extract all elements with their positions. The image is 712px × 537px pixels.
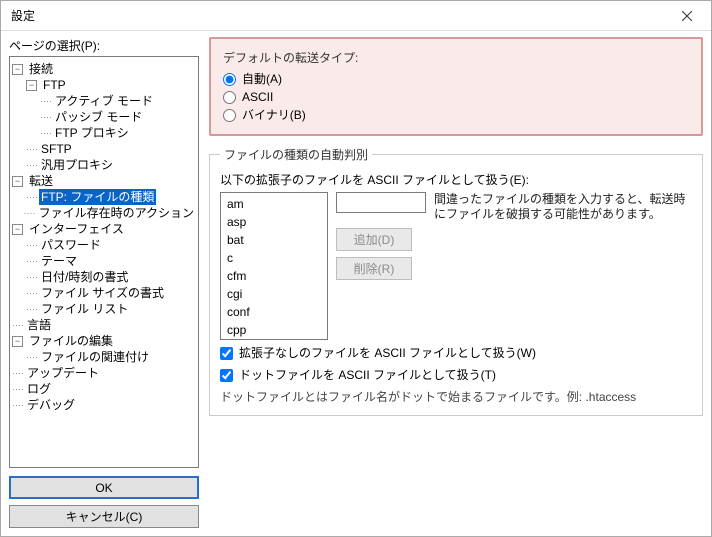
add-button[interactable]: 追加(D) bbox=[336, 228, 412, 251]
radio-binary-input[interactable] bbox=[223, 109, 236, 122]
minus-icon[interactable]: − bbox=[12, 176, 23, 187]
tree-generic-proxy[interactable]: 汎用プロキシ bbox=[39, 157, 115, 173]
page-select-label: ページの選択(P): bbox=[9, 37, 199, 54]
tree-connection[interactable]: 接続 bbox=[27, 61, 55, 77]
radio-auto[interactable]: 自動(A) bbox=[223, 70, 689, 88]
minus-icon[interactable]: − bbox=[12, 336, 23, 347]
extension-item[interactable]: asp bbox=[221, 213, 327, 231]
extension-item[interactable]: am bbox=[221, 195, 327, 213]
window-close-button[interactable] bbox=[669, 5, 705, 27]
tree-size-format[interactable]: ファイル サイズの書式 bbox=[39, 285, 166, 301]
tree-language[interactable]: 言語 bbox=[25, 317, 53, 333]
ext-list-label: 以下の拡張子のファイルを ASCII ファイルとして扱う(E): bbox=[220, 171, 692, 188]
tree-transfer[interactable]: 転送 bbox=[27, 173, 55, 189]
window-title: 設定 bbox=[11, 7, 35, 24]
extension-warning: 間違ったファイルの種類を入力すると、転送時にファイルを破損する可能性があります。 bbox=[434, 192, 692, 222]
remove-button[interactable]: 削除(R) bbox=[336, 257, 412, 280]
tree-file-assoc[interactable]: ファイルの関連付け bbox=[39, 349, 151, 365]
checkbox-dotfile-input[interactable] bbox=[220, 369, 233, 382]
tree-password[interactable]: パスワード bbox=[39, 237, 103, 253]
radio-ascii[interactable]: ASCII bbox=[223, 88, 689, 106]
close-icon bbox=[682, 11, 692, 21]
tree-theme[interactable]: テーマ bbox=[39, 253, 79, 269]
extension-listbox[interactable]: amaspbatccfmcgiconfcpp bbox=[220, 192, 328, 340]
tree-file-list[interactable]: ファイル リスト bbox=[39, 301, 130, 317]
tree-exist-action[interactable]: ファイル存在時のアクション bbox=[37, 205, 196, 221]
extension-item[interactable]: conf bbox=[221, 303, 327, 321]
tree-log[interactable]: ログ bbox=[25, 381, 53, 397]
settings-dialog: 設定 ページの選択(P): −接続 −FTP ····アクティブ モード ···… bbox=[0, 0, 712, 537]
right-panel: デフォルトの転送タイプ: 自動(A) ASCII バイナリ(B) ファイルの種類… bbox=[209, 37, 703, 528]
tree-interface[interactable]: インターフェイス bbox=[27, 221, 126, 237]
auto-detect-group: ファイルの種類の自動判別 以下の拡張子のファイルを ASCII ファイルとして扱… bbox=[209, 146, 703, 416]
auto-detect-legend: ファイルの種類の自動判別 bbox=[220, 146, 372, 163]
tree-date-format[interactable]: 日付/時刻の書式 bbox=[39, 269, 130, 285]
tree-ftp[interactable]: FTP bbox=[41, 77, 68, 93]
tree-sftp[interactable]: SFTP bbox=[39, 141, 74, 157]
cancel-button[interactable]: キャンセル(C) bbox=[9, 505, 199, 528]
checkbox-noext[interactable]: 拡張子なしのファイルを ASCII ファイルとして扱う(W) bbox=[220, 344, 692, 362]
radio-ascii-input[interactable] bbox=[223, 91, 236, 104]
tree-filetype[interactable]: FTP: ファイルの種類 bbox=[39, 189, 156, 205]
transfer-type-group: デフォルトの転送タイプ: 自動(A) ASCII バイナリ(B) bbox=[209, 37, 703, 136]
tree-debug[interactable]: デバッグ bbox=[25, 397, 77, 413]
dotfile-note: ドットファイルとはファイル名がドットで始まるファイルです。例: .htacces… bbox=[220, 388, 692, 405]
extension-input[interactable] bbox=[336, 192, 426, 213]
extension-item[interactable]: cpp bbox=[221, 321, 327, 339]
extension-item[interactable]: cfm bbox=[221, 267, 327, 285]
extension-item[interactable]: c bbox=[221, 249, 327, 267]
checkbox-dotfile[interactable]: ドットファイルを ASCII ファイルとして扱う(T) bbox=[220, 366, 692, 384]
minus-icon[interactable]: − bbox=[12, 224, 23, 235]
minus-icon[interactable]: − bbox=[12, 64, 23, 75]
extension-item[interactable]: cgi bbox=[221, 285, 327, 303]
tree-update[interactable]: アップデート bbox=[25, 365, 101, 381]
minus-icon[interactable]: − bbox=[26, 80, 37, 91]
checkbox-noext-input[interactable] bbox=[220, 347, 233, 360]
left-panel: ページの選択(P): −接続 −FTP ····アクティブ モード ····パッ… bbox=[9, 37, 199, 528]
radio-auto-input[interactable] bbox=[223, 73, 236, 86]
tree-active-mode[interactable]: アクティブ モード bbox=[53, 93, 155, 109]
extension-item[interactable]: bat bbox=[221, 231, 327, 249]
page-select-tree[interactable]: −接続 −FTP ····アクティブ モード ····パッシブ モード ····… bbox=[9, 56, 199, 468]
tree-ftp-proxy[interactable]: FTP プロキシ bbox=[53, 125, 131, 141]
transfer-type-legend: デフォルトの転送タイプ: bbox=[223, 49, 689, 66]
ok-button[interactable]: OK bbox=[9, 476, 199, 499]
radio-binary[interactable]: バイナリ(B) bbox=[223, 106, 689, 124]
tree-passive-mode[interactable]: パッシブ モード bbox=[53, 109, 144, 125]
titlebar: 設定 bbox=[1, 1, 711, 31]
tree-file-edit[interactable]: ファイルの編集 bbox=[27, 333, 115, 349]
dialog-body: ページの選択(P): −接続 −FTP ····アクティブ モード ····パッ… bbox=[1, 31, 711, 536]
